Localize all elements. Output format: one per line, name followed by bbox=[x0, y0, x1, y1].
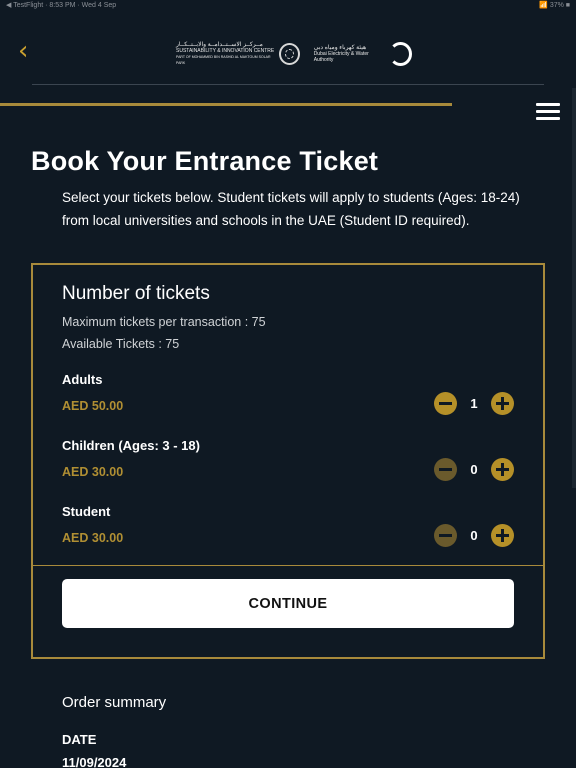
date-label: DATE bbox=[62, 732, 97, 747]
status-bar: ◀ TestFlight · 8:53 PM · Wed 4 Sep 📶 37%… bbox=[0, 0, 576, 12]
gear-emblem-icon bbox=[278, 43, 300, 65]
available-tickets-text: Available Tickets : 75 bbox=[62, 337, 180, 351]
logo1-sub: PART OF MOHAMMED BIN RASHID AL MAKTOUM S… bbox=[176, 55, 271, 65]
dewa-logo: هيئة كهرباء ومياه دبي Dubai Electricity … bbox=[314, 42, 412, 66]
decrement-button[interactable] bbox=[434, 458, 457, 481]
continue-button[interactable]: CONTINUE bbox=[62, 579, 514, 628]
scrollbar[interactable] bbox=[572, 88, 576, 488]
sustainability-centre-logo: مــركــز الاســتــدامــة والابــتــكــار… bbox=[176, 42, 300, 66]
status-right: 📶 37% ■ bbox=[539, 2, 570, 9]
date-value: 11/09/2024 bbox=[62, 755, 127, 768]
ticket-row-student: Student AED 30.00 0 bbox=[62, 504, 518, 554]
ticket-price: AED 30.00 bbox=[62, 531, 124, 545]
ticket-name: Adults bbox=[62, 372, 103, 387]
increment-button[interactable] bbox=[491, 524, 514, 547]
max-tickets-text: Maximum tickets per transaction : 75 bbox=[62, 315, 266, 329]
order-summary-title: Order summary bbox=[62, 694, 167, 711]
gold-accent-bar bbox=[0, 103, 452, 106]
back-button[interactable]: ‹ bbox=[18, 38, 40, 66]
ticket-row-adults: Adults AED 50.00 1 bbox=[62, 372, 518, 422]
decrement-button[interactable] bbox=[434, 392, 457, 415]
page-title: Book Your Entrance Ticket bbox=[31, 146, 379, 176]
header-logos: مــركــز الاســتــدامــة والابــتــكــار… bbox=[176, 40, 412, 68]
ticket-name: Student bbox=[62, 504, 111, 519]
logo2-english: Dubai Electricity & Water Authority bbox=[313, 51, 369, 63]
quantity-value: 0 bbox=[470, 528, 478, 543]
minus-icon bbox=[439, 534, 452, 537]
chevron-left-icon: ‹ bbox=[18, 36, 29, 66]
quantity-stepper: 1 bbox=[434, 392, 514, 416]
tickets-title: Number of tickets bbox=[62, 283, 210, 304]
dewa-emblem-icon bbox=[389, 42, 412, 66]
increment-button[interactable] bbox=[491, 392, 514, 415]
header-divider bbox=[32, 84, 544, 85]
quantity-stepper: 0 bbox=[434, 458, 514, 482]
quantity-value: 1 bbox=[470, 396, 478, 411]
ticket-price: AED 30.00 bbox=[62, 465, 124, 479]
hamburger-menu-icon bbox=[536, 103, 560, 120]
card-divider bbox=[33, 565, 543, 566]
status-left: ◀ TestFlight · 8:53 PM · Wed 4 Sep bbox=[6, 2, 117, 9]
minus-icon bbox=[439, 468, 452, 471]
ticket-price: AED 50.00 bbox=[62, 399, 124, 413]
menu-button[interactable] bbox=[536, 103, 560, 121]
tickets-card: Number of tickets Maximum tickets per tr… bbox=[31, 263, 545, 659]
quantity-value: 0 bbox=[470, 462, 478, 477]
minus-icon bbox=[439, 402, 452, 405]
quantity-stepper: 0 bbox=[434, 524, 514, 548]
intro-text: Select your tickets below. Student ticke… bbox=[62, 190, 520, 228]
ticket-row-children: Children (Ages: 3 - 18) AED 30.00 0 bbox=[62, 438, 518, 488]
increment-button[interactable] bbox=[491, 458, 514, 481]
ticket-name: Children (Ages: 3 - 18) bbox=[62, 438, 200, 453]
decrement-button[interactable] bbox=[434, 524, 457, 547]
